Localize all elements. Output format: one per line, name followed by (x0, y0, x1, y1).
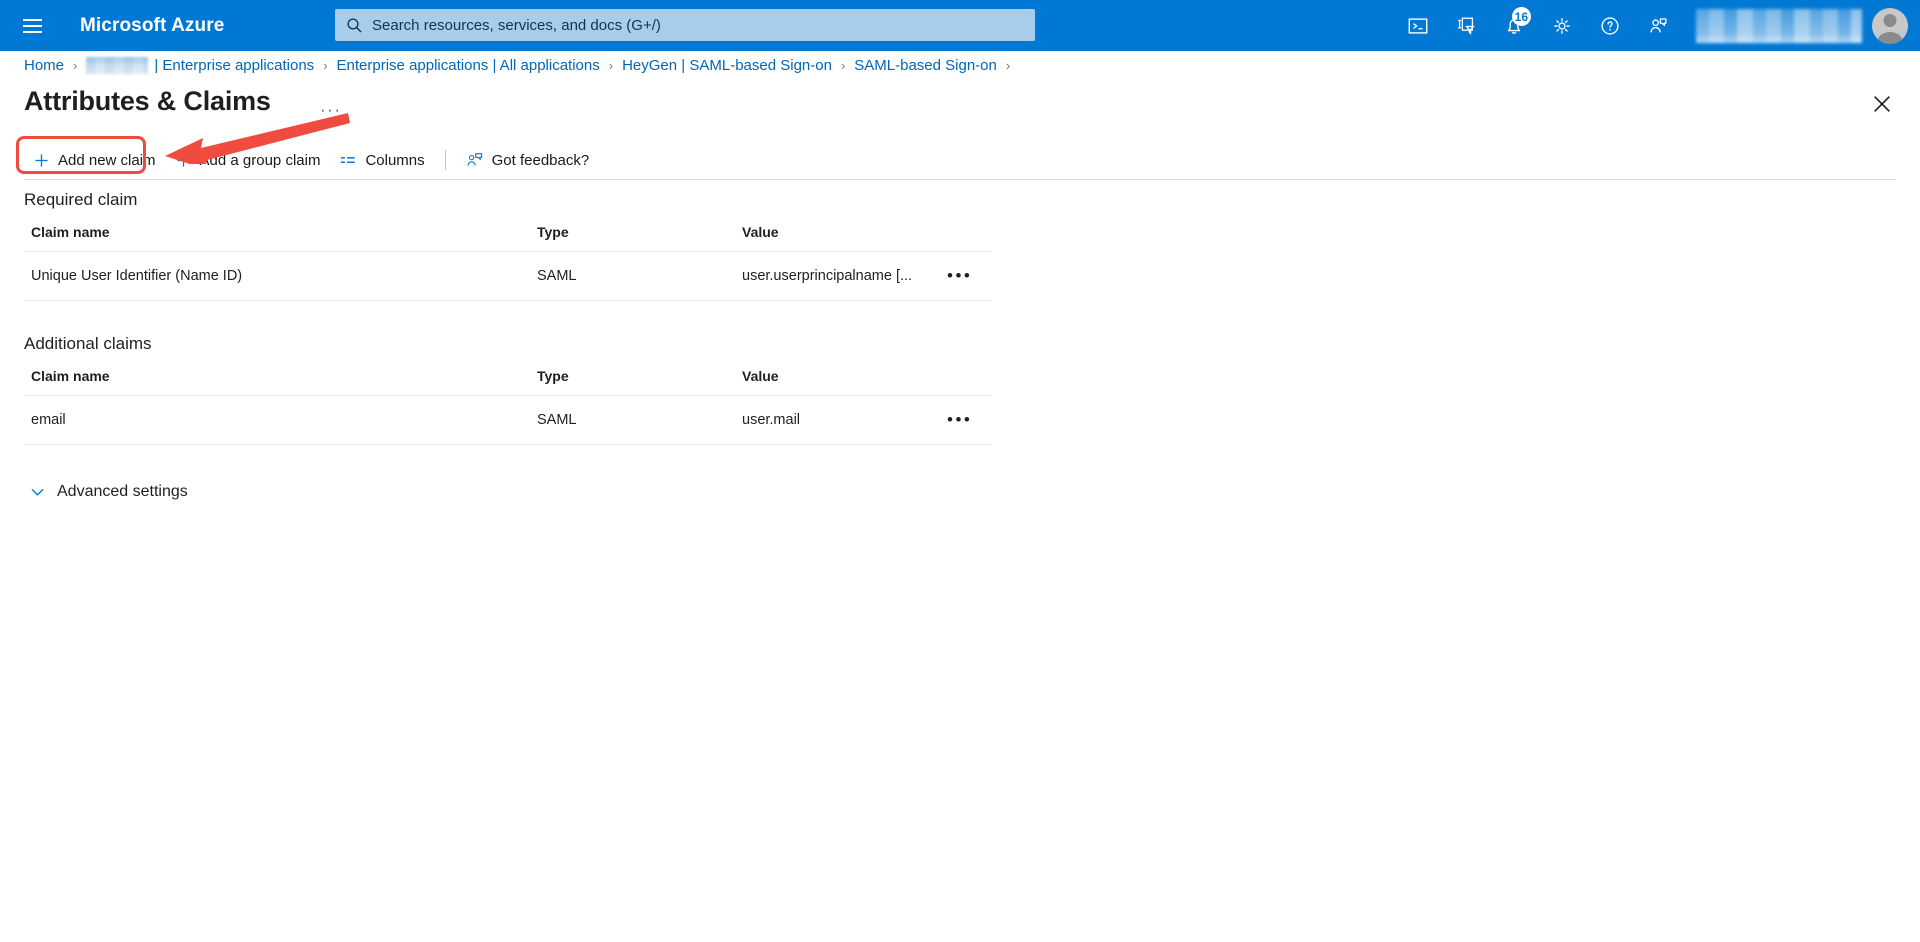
table-row[interactable]: email SAML user.mail ••• (24, 395, 992, 445)
breadcrumb-item-enterprise-applications[interactable]: | Enterprise applications (154, 57, 314, 74)
cell-claim-name: Unique User Identifier (Name ID) (24, 251, 530, 301)
required-claim-table: Claim name Type Value Unique User Identi… (24, 224, 992, 301)
breadcrumb-item-heygen-saml-sign-on[interactable]: HeyGen | SAML-based Sign-on (622, 57, 832, 74)
breadcrumb-item-home[interactable]: Home (24, 57, 64, 74)
cloud-shell-icon[interactable] (1394, 0, 1442, 51)
directories-subscriptions-icon[interactable] (1442, 0, 1490, 51)
breadcrumb-separator: › (1005, 58, 1011, 73)
notification-count-badge: 16 (1511, 7, 1531, 26)
cell-claim-type: SAML (530, 251, 735, 301)
add-group-claim-label: Add a group claim (199, 151, 321, 169)
command-bar-bottom-divider (24, 179, 1896, 180)
column-header-claim-name: Claim name (24, 368, 530, 396)
azure-brand-title[interactable]: Microsoft Azure (80, 15, 224, 37)
cell-claim-value: user.mail (735, 395, 940, 445)
column-header-claim-name: Claim name (24, 224, 530, 252)
azure-top-navigation-bar: Microsoft Azure Search resources, servic… (0, 0, 1920, 51)
add-new-claim-button[interactable]: Add new claim (24, 144, 166, 176)
table-header-row: Claim name Type Value (24, 224, 992, 252)
plus-icon (35, 153, 48, 167)
chevron-down-icon (31, 488, 44, 496)
tenant-name-redacted (1696, 8, 1862, 43)
add-group-claim-button[interactable]: Add a group claim (166, 144, 331, 176)
cell-claim-name: email (24, 395, 530, 445)
notifications-bell-icon[interactable]: 16 (1490, 0, 1538, 51)
cell-claim-value: user.userprincipalname [... (735, 251, 940, 301)
breadcrumb: Home › | Enterprise applications › Enter… (0, 51, 1920, 80)
row-context-menu-button[interactable]: ••• (947, 266, 972, 285)
got-feedback-button[interactable]: Got feedback? (456, 144, 600, 176)
feedback-person-icon[interactable] (1634, 0, 1682, 51)
search-placeholder-text: Search resources, services, and docs (G+… (372, 16, 661, 34)
breadcrumb-separator: › (323, 58, 328, 73)
breadcrumb-separator: › (840, 58, 846, 73)
top-nav-icon-group: 16 (1394, 0, 1920, 51)
close-icon[interactable] (1866, 88, 1898, 120)
user-avatar[interactable] (1872, 7, 1908, 44)
feedback-person-icon (467, 153, 482, 166)
breadcrumb-item-saml-based-sign-on[interactable]: SAML-based Sign-on (854, 57, 997, 74)
plus-icon (176, 153, 190, 167)
column-header-value: Value (735, 224, 940, 252)
breadcrumb-separator: › (73, 58, 78, 73)
columns-label: Columns (365, 151, 425, 169)
attributes-and-claims-content: Required claim Claim name Type Value Uni… (0, 190, 1920, 501)
search-icon (347, 17, 362, 33)
columns-icon (341, 156, 356, 163)
command-bar: Add new claim Add a group claim Columns … (0, 141, 1920, 179)
cell-claim-type: SAML (530, 395, 735, 445)
table-row[interactable]: Unique User Identifier (Name ID) SAML us… (24, 251, 992, 301)
column-header-value: Value (735, 368, 940, 396)
required-claim-heading: Required claim (24, 190, 138, 209)
column-header-actions (940, 368, 992, 396)
search-input[interactable]: Search resources, services, and docs (G+… (335, 9, 1035, 41)
additional-claims-table: Claim name Type Value email SAML user.ma… (24, 368, 992, 445)
advanced-settings-toggle[interactable]: Advanced settings (30, 483, 188, 501)
got-feedback-label: Got feedback? (491, 151, 590, 169)
help-question-icon[interactable] (1586, 0, 1634, 51)
columns-button[interactable]: Columns (330, 144, 434, 176)
page-title: Attributes & Claims (24, 86, 271, 116)
add-new-claim-label: Add new claim (58, 151, 156, 169)
breadcrumb-separator: › (608, 58, 614, 73)
breadcrumb-item-all-applications[interactable]: Enterprise applications | All applicatio… (337, 57, 600, 74)
column-header-actions (940, 224, 992, 252)
row-context-menu-button[interactable]: ••• (947, 410, 972, 429)
column-header-type: Type (530, 368, 735, 396)
page-more-menu-button[interactable]: ··· (320, 100, 341, 120)
hamburger-icon[interactable] (8, 0, 56, 51)
column-header-type: Type (530, 224, 735, 252)
additional-claims-heading: Additional claims (24, 334, 152, 353)
command-bar-divider (444, 150, 446, 170)
table-header-row: Claim name Type Value (24, 368, 992, 396)
page-header: Attributes & Claims ··· (0, 80, 1920, 133)
settings-gear-icon[interactable] (1538, 0, 1586, 51)
breadcrumb-item-tenant-redacted[interactable] (86, 57, 149, 74)
advanced-settings-label: Advanced settings (57, 483, 188, 500)
